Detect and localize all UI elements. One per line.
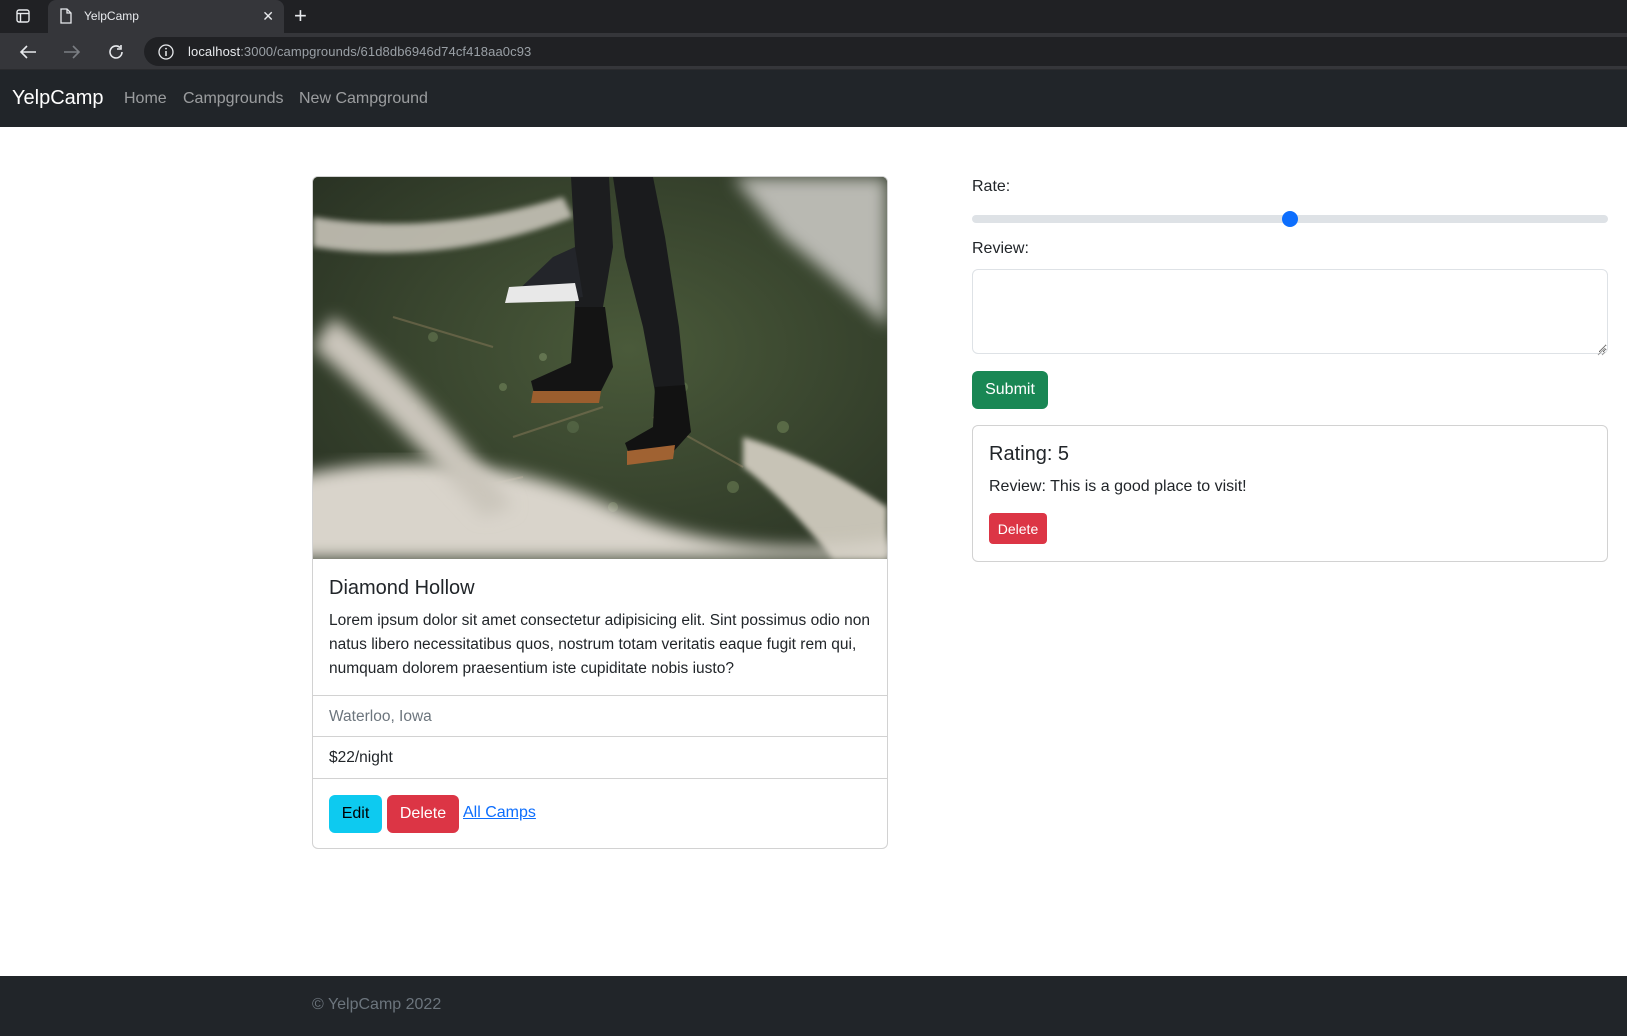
submit-review-button[interactable]: Submit bbox=[972, 371, 1048, 409]
delete-review-button[interactable]: Delete bbox=[989, 513, 1047, 544]
browser-toolbar: localhost:3000/campgrounds/61d8db6946d74… bbox=[0, 33, 1627, 70]
reload-icon[interactable] bbox=[106, 42, 126, 62]
rate-label: Rate: bbox=[972, 178, 1011, 195]
back-arrow-icon[interactable] bbox=[18, 42, 38, 62]
review-card: Rating: 5 Review: This is a good place t… bbox=[972, 425, 1608, 562]
campground-description: Lorem ipsum dolor sit amet consectetur a… bbox=[329, 612, 871, 677]
tab-title: YelpCamp bbox=[84, 9, 139, 23]
review-textarea[interactable] bbox=[972, 269, 1608, 354]
browser-tab[interactable]: YelpCamp ✕ bbox=[48, 0, 284, 33]
page-icon bbox=[60, 8, 72, 29]
navbar-brand[interactable]: YelpCamp bbox=[12, 87, 104, 110]
url-path: :3000/campgrounds/61d8db6946d74cf418aa0c… bbox=[240, 44, 532, 59]
review-label: Review: bbox=[972, 240, 1029, 257]
new-tab-icon[interactable]: + bbox=[294, 4, 307, 28]
campground-card-body: Diamond Hollow Lorem ipsum dolor sit ame… bbox=[313, 559, 887, 695]
tab-actions-icon[interactable] bbox=[15, 8, 31, 24]
campground-title: Diamond Hollow bbox=[329, 577, 475, 599]
rating-slider-thumb[interactable] bbox=[1282, 211, 1298, 227]
url-text: localhost:3000/campgrounds/61d8db6946d74… bbox=[188, 44, 531, 59]
campground-actions: Edit Delete All Camps bbox=[313, 778, 887, 848]
browser-tab-strip: YelpCamp ✕ + bbox=[0, 0, 1627, 33]
site-footer: © YelpCamp 2022 bbox=[0, 976, 1627, 1036]
nav-link-new-campground[interactable]: New Campground bbox=[299, 90, 428, 108]
address-bar[interactable]: localhost:3000/campgrounds/61d8db6946d74… bbox=[144, 37, 1627, 66]
resize-handle-icon[interactable] bbox=[1597, 343, 1606, 361]
all-camps-link[interactable]: All Camps bbox=[463, 804, 536, 822]
site-navbar: YelpCamp Home Campgrounds New Campground bbox=[0, 70, 1627, 127]
nav-link-campgrounds[interactable]: Campgrounds bbox=[183, 90, 284, 108]
campground-card: Diamond Hollow Lorem ipsum dolor sit ame… bbox=[312, 176, 888, 849]
review-rating: Rating: 5 bbox=[989, 443, 1070, 465]
nav-link-home[interactable]: Home bbox=[124, 90, 167, 108]
url-host: localhost bbox=[188, 44, 241, 59]
edit-campground-button[interactable]: Edit bbox=[329, 795, 382, 833]
forward-arrow-icon[interactable] bbox=[62, 42, 82, 62]
campground-location: Waterloo, Iowa bbox=[313, 695, 887, 736]
campground-price: $22/night bbox=[313, 736, 887, 777]
campground-image bbox=[313, 177, 887, 559]
site-info-icon[interactable] bbox=[158, 44, 174, 65]
close-tab-icon[interactable]: ✕ bbox=[262, 8, 274, 24]
footer-copyright: © YelpCamp 2022 bbox=[312, 996, 442, 1013]
delete-campground-button[interactable]: Delete bbox=[387, 795, 459, 833]
review-text: Review: This is a good place to visit! bbox=[989, 478, 1247, 495]
